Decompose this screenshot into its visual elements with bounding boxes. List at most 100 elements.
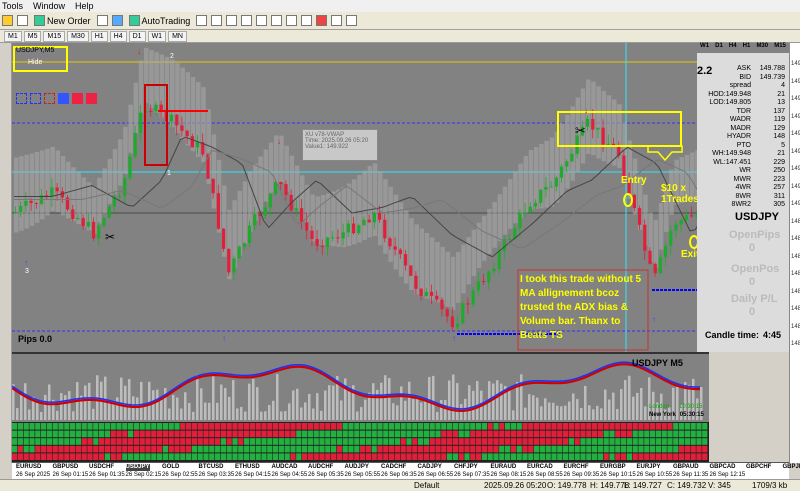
- pair-tab[interactable]: AUDCHF: [308, 464, 333, 471]
- heatmap-cell: [81, 430, 87, 438]
- info-key: WH:149.948: [712, 150, 751, 157]
- heatmap-cell: [684, 438, 690, 445]
- autotrading-button[interactable]: AutoTrading: [127, 13, 193, 28]
- heatmap-cell: [168, 423, 174, 430]
- heatmap-cell: [499, 430, 505, 438]
- zoom-in-icon[interactable]: [241, 15, 253, 26]
- heatmap-cell: [603, 445, 609, 453]
- heatmap-cell: [70, 423, 76, 430]
- menu-window[interactable]: Window: [33, 1, 65, 11]
- heatmap-cell: [226, 445, 232, 453]
- volume-bar: [600, 408, 603, 420]
- pair-tab[interactable]: EURAUD: [491, 464, 517, 471]
- color-box[interactable]: [44, 93, 55, 104]
- heatmap-cell: [638, 453, 644, 460]
- pair-tab[interactable]: EURCHF: [564, 464, 589, 471]
- pair-tab[interactable]: EURCAD: [527, 464, 553, 471]
- tf-h1[interactable]: H1: [90, 30, 108, 42]
- volume-bar: [232, 380, 235, 420]
- trade-note: I took this trade without 5 MA alligneme…: [520, 274, 642, 341]
- pair-tab[interactable]: CHFJPY: [454, 464, 478, 471]
- menu-tools[interactable]: Tools: [2, 1, 23, 11]
- heatmap-cell: [168, 445, 174, 453]
- tf-h4[interactable]: H4: [109, 30, 127, 42]
- status-datetime: 2025.09.26 05:20: [484, 481, 547, 490]
- volume-bar: [236, 408, 239, 420]
- volume-bar: [260, 411, 263, 420]
- heatmap-cell: [325, 423, 331, 430]
- volume-bar: [560, 406, 563, 420]
- heatmap-cell: [545, 423, 551, 430]
- tf-strip-item[interactable]: W1: [700, 43, 709, 53]
- pair-tab[interactable]: AUDCAD: [272, 464, 298, 471]
- color-box[interactable]: [58, 93, 69, 104]
- heatmap-cell: [412, 430, 418, 438]
- heatmap-cell: [621, 453, 627, 460]
- pair-tab[interactable]: USDJPY: [125, 464, 150, 471]
- heatmap-cell: [46, 430, 52, 438]
- menu-help[interactable]: Help: [75, 1, 94, 11]
- new-order-button[interactable]: New Order: [32, 13, 93, 28]
- sub-window[interactable]: USDJPY M5 London 10:30:15 New York 05:30…: [12, 352, 709, 422]
- tf-m1[interactable]: M1: [4, 30, 22, 42]
- hide-button[interactable]: Hide: [28, 59, 42, 66]
- tf-mn[interactable]: MN: [168, 30, 187, 42]
- color-box[interactable]: [72, 93, 83, 104]
- zoom-out-icon[interactable]: [256, 15, 268, 26]
- pair-tab[interactable]: EURUSD: [16, 464, 41, 471]
- volume-bar: [400, 386, 403, 420]
- heatmap-cell: [336, 423, 342, 430]
- tile-icon[interactable]: [271, 15, 283, 26]
- pair-tab[interactable]: ETHUSD: [235, 464, 260, 471]
- heatmap-cell: [186, 438, 192, 445]
- pair-tab[interactable]: GBPCHF: [746, 464, 771, 471]
- pair-tab[interactable]: AUDJPY: [345, 464, 369, 471]
- pair-tab[interactable]: GBPUSD: [53, 464, 79, 471]
- pair-tab[interactable]: CADJPY: [418, 464, 442, 471]
- templates-icon[interactable]: [346, 15, 358, 26]
- line-chart-icon[interactable]: [226, 15, 238, 26]
- color-box[interactable]: [16, 93, 27, 104]
- candle-chart-icon[interactable]: [211, 15, 223, 26]
- pair-tab[interactable]: GOLD: [162, 464, 179, 471]
- autoscroll-icon[interactable]: [286, 15, 298, 26]
- up-arrow-icon-4: ↑: [652, 315, 656, 324]
- pair-tab[interactable]: GBPJPY: [783, 464, 800, 471]
- info-row: WL:147.451 229: [701, 159, 785, 166]
- candle: [632, 194, 636, 209]
- tf-strip-item[interactable]: D1: [715, 43, 723, 53]
- profiles-icon[interactable]: [17, 15, 28, 26]
- pair-tab[interactable]: EURJPY: [637, 464, 661, 471]
- indicators-icon[interactable]: [316, 15, 328, 26]
- heatmap-cell: [522, 430, 528, 438]
- pair-tab[interactable]: USDCHF: [89, 464, 114, 471]
- pair-tab[interactable]: EURGBP: [600, 464, 626, 471]
- tf-strip-item[interactable]: M15: [774, 43, 786, 53]
- bar-chart-icon[interactable]: [196, 15, 208, 26]
- tf-m30[interactable]: M30: [67, 30, 89, 42]
- main-chart[interactable]: ✂ ✂ ↓ ↓ ↓ ↑ ↑ ↑ ↑ USDJPY,M5 Hide 2 3 1 X…: [12, 43, 709, 352]
- tf-m5[interactable]: M5: [23, 30, 42, 42]
- heatmap-cell: [609, 423, 615, 430]
- pair-tab[interactable]: BTCUSD: [199, 464, 224, 471]
- pair-tab[interactable]: GBPCAD: [710, 464, 736, 471]
- tf-m15[interactable]: M15: [43, 30, 66, 42]
- chart-shift-icon[interactable]: [301, 15, 313, 26]
- heatmap-cell: [644, 445, 650, 453]
- pair-tab[interactable]: CADCHF: [381, 464, 406, 471]
- volume-bar: [120, 377, 123, 420]
- heatmap-cell: [348, 453, 354, 460]
- tf-strip-item[interactable]: H1: [743, 43, 751, 53]
- navigator-icon[interactable]: [96, 15, 108, 26]
- tf-w1[interactable]: W1: [147, 30, 167, 42]
- tf-d1[interactable]: D1: [128, 30, 146, 42]
- heatmap-cell: [93, 438, 99, 445]
- color-box[interactable]: [30, 93, 41, 104]
- market-watch-icon[interactable]: [111, 15, 123, 26]
- tf-strip-item[interactable]: H4: [729, 43, 737, 53]
- new-chart-icon[interactable]: [2, 15, 13, 26]
- periods-icon[interactable]: [331, 15, 343, 26]
- color-box[interactable]: [86, 93, 97, 104]
- pair-tab[interactable]: GBPAUD: [673, 464, 699, 471]
- tf-strip-item[interactable]: M30: [756, 43, 768, 53]
